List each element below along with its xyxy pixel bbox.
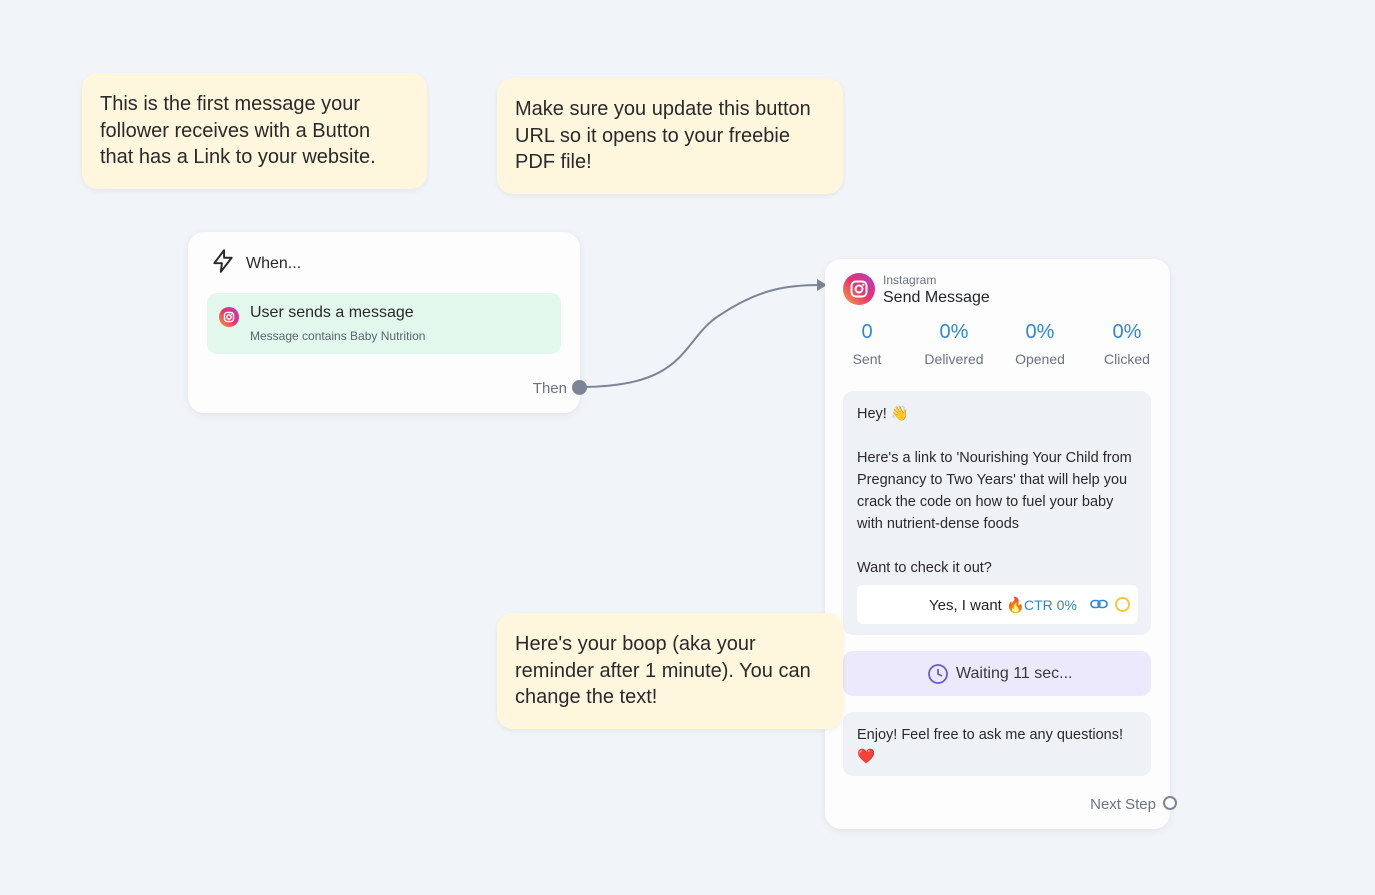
stat-opened: 0% Opened [995, 321, 1085, 367]
message-stats: 0 Sent 0% Delivered 0% Opened 0% Clicked [825, 321, 1170, 371]
platform-label: Instagram [883, 273, 937, 287]
stat-sent: 0 Sent [822, 321, 912, 367]
cta-button[interactable]: Yes, I want 🔥 CTR 0% [857, 585, 1138, 624]
link-icon[interactable] [1090, 597, 1108, 611]
stat-label: Sent [852, 351, 882, 367]
stat-value: 0 [861, 321, 873, 343]
message-text: Hey! 👋 Here's a link to 'Nourishing Your… [857, 406, 1132, 576]
when-label: When... [246, 254, 302, 272]
stat-label: Delivered [924, 351, 984, 367]
stat-label: Clicked [1104, 351, 1150, 367]
send-message-node[interactable]: Instagram Send Message 0 Sent 0% Deliver… [825, 259, 1170, 829]
trigger-condition[interactable]: User sends a message Message contains Ba… [207, 293, 561, 354]
trigger-node[interactable]: When... User sends a message Message con… [188, 232, 580, 413]
wait-label: Waiting 11 sec... [956, 665, 1073, 682]
cta-button-label: Yes, I want 🔥 [929, 597, 1025, 614]
trigger-header: When... [210, 248, 301, 279]
sticky-note-boop[interactable]: Here's your boop (aka your reminder afte… [497, 613, 843, 729]
clock-icon [928, 664, 948, 684]
stat-value: 0% [939, 321, 969, 343]
note-text: This is the first message your follower … [100, 93, 376, 168]
note-text: Make sure you update this button URL so … [515, 98, 811, 173]
instagram-icon [219, 307, 239, 327]
trigger-condition-text: Message contains Baby Nutrition [250, 329, 426, 343]
button-connector-handle[interactable] [1115, 597, 1130, 612]
stat-label: Opened [1015, 351, 1065, 367]
trigger-title: User sends a message [250, 304, 414, 321]
then-label: Then [532, 380, 567, 397]
stat-clicked: 0% Clicked [1082, 321, 1172, 367]
instagram-icon [843, 273, 875, 305]
sticky-note-first-message[interactable]: This is the first message your follower … [82, 73, 427, 189]
then-connector-handle[interactable] [572, 380, 587, 395]
message-bubble[interactable]: Hey! 👋 Here's a link to 'Nourishing Your… [843, 391, 1151, 635]
stat-value: 0% [1025, 321, 1055, 343]
stat-delivered: 0% Delivered [909, 321, 999, 367]
ctr-stat: CTR 0% [1024, 597, 1077, 613]
next-step-connector-handle[interactable] [1163, 796, 1177, 810]
note-text: Here's your boop (aka your reminder afte… [515, 633, 811, 708]
stat-value: 0% [1112, 321, 1142, 343]
next-step-label: Next Step [1090, 796, 1156, 813]
message-bubble[interactable]: Enjoy! Feel free to ask me any questions… [843, 712, 1151, 776]
wait-step[interactable]: Waiting 11 sec... [843, 651, 1151, 696]
message-text: Enjoy! Feel free to ask me any questions… [857, 727, 1123, 765]
lightning-icon [210, 248, 236, 279]
action-title: Send Message [883, 289, 990, 306]
sticky-note-button-url[interactable]: Make sure you update this button URL so … [497, 78, 843, 194]
